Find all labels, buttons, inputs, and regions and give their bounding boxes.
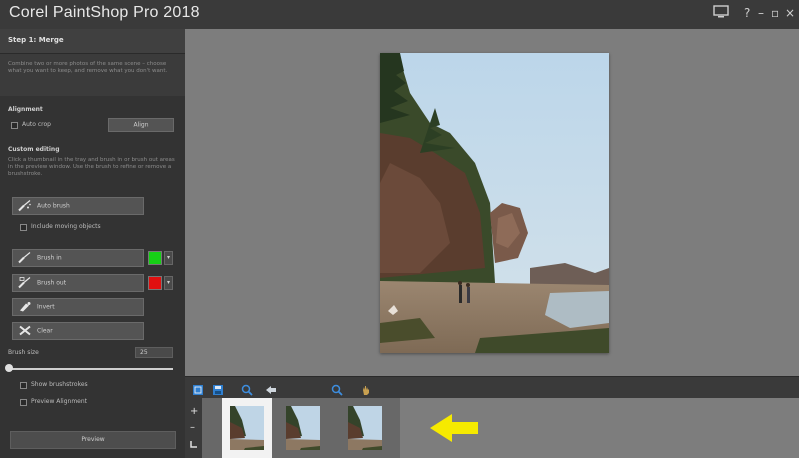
thumbnail-1[interactable]	[230, 406, 264, 450]
thumbnail-3[interactable]	[348, 406, 382, 450]
include-moving-label: Include moving objects	[31, 223, 101, 230]
clear-icon	[18, 322, 32, 341]
step-title: Step 1: Merge	[8, 36, 64, 44]
auto-crop-checkbox[interactable]	[11, 122, 18, 129]
tray-controls: + –	[185, 398, 202, 458]
include-moving-checkbox[interactable]	[20, 224, 27, 231]
invert-label: Invert	[37, 303, 55, 311]
preview-button[interactable]: Preview	[10, 431, 176, 449]
brush-size-slider-handle[interactable]	[5, 364, 13, 372]
thumbnail-2[interactable]	[286, 406, 320, 450]
invert-button[interactable]: Invert	[12, 298, 144, 316]
preview-canvas[interactable]	[185, 29, 799, 376]
brush-out-label: Brush out	[37, 279, 67, 287]
clear-label: Clear	[37, 327, 53, 335]
custom-editing-label: Custom editing	[8, 146, 60, 153]
preview-alignment-checkbox[interactable]	[20, 399, 27, 406]
brush-size-value: 25	[140, 349, 148, 356]
invert-icon	[18, 298, 32, 317]
photo-tray	[202, 398, 400, 458]
tray-corner-icon[interactable]	[190, 440, 198, 451]
step-description-box: Combine two or more photos of the same s…	[0, 54, 185, 96]
brush-in-label: Brush in	[37, 254, 62, 262]
help-button[interactable]: ?	[744, 6, 750, 20]
auto-brush-button[interactable]: Auto brush	[12, 197, 144, 215]
auto-crop-label: Auto crop	[22, 121, 51, 128]
brush-in-dropdown[interactable]: ▾	[164, 251, 173, 265]
hand-icon[interactable]	[360, 381, 372, 395]
tray-empty-area	[400, 398, 799, 458]
title-bar: Corel PaintShop Pro 2018 ? – ▫ ×	[0, 0, 799, 30]
brush-out-color-swatch[interactable]	[148, 276, 162, 290]
brush-out-button[interactable]: Brush out	[12, 274, 144, 292]
brush-in-icon	[18, 249, 32, 268]
zoom-out-icon[interactable]	[241, 381, 253, 396]
show-brushstrokes-checkbox[interactable]	[20, 382, 27, 389]
align-button[interactable]: Align	[108, 118, 174, 132]
custom-editing-hint: Click a thumbnail in the tray and brush …	[8, 157, 175, 177]
align-button-label: Align	[133, 121, 149, 129]
add-photo-button[interactable]: +	[190, 407, 198, 417]
paintshop-window: Corel PaintShop Pro 2018 ? – ▫ × Step 1:…	[0, 0, 799, 458]
brush-out-icon	[18, 274, 32, 293]
brush-size-label: Brush size	[8, 349, 39, 356]
brush-size-slider[interactable]	[8, 368, 173, 370]
brush-out-dropdown[interactable]: ▾	[164, 276, 173, 290]
clear-button[interactable]: Clear	[12, 322, 144, 340]
step-header: Step 1: Merge	[0, 29, 185, 54]
auto-brush-label: Auto brush	[37, 202, 70, 210]
close-button[interactable]: ×	[785, 6, 795, 20]
brush-in-button[interactable]: Brush in	[12, 249, 144, 267]
zoom-in-icon[interactable]	[331, 381, 343, 396]
brush-size-field[interactable]: 25	[135, 347, 173, 358]
monitor-icon[interactable]	[713, 5, 729, 21]
save-icon[interactable]	[212, 381, 224, 395]
preview-photo	[380, 53, 609, 353]
auto-brush-icon	[18, 197, 32, 216]
merge-panel: Step 1: Merge Combine two or more photos…	[0, 29, 185, 458]
step-description: Combine two or more photos of the same s…	[8, 61, 168, 74]
brush-in-color-swatch[interactable]	[148, 251, 162, 265]
show-brushstrokes-label: Show brushstrokes	[31, 381, 88, 388]
left-arrow-icon	[428, 412, 480, 448]
remove-photo-button[interactable]: –	[190, 423, 195, 433]
fit-window-icon[interactable]	[192, 381, 204, 395]
app-title: Corel PaintShop Pro 2018	[9, 4, 200, 21]
pan-icon[interactable]	[265, 381, 277, 394]
preview-toolbar	[185, 376, 799, 399]
preview-alignment-label: Preview Alignment	[31, 398, 88, 405]
restore-button[interactable]: ▫	[771, 6, 779, 20]
alignment-label: Alignment	[8, 106, 43, 113]
minimize-button[interactable]: –	[758, 6, 764, 20]
preview-button-label: Preview	[81, 436, 105, 443]
